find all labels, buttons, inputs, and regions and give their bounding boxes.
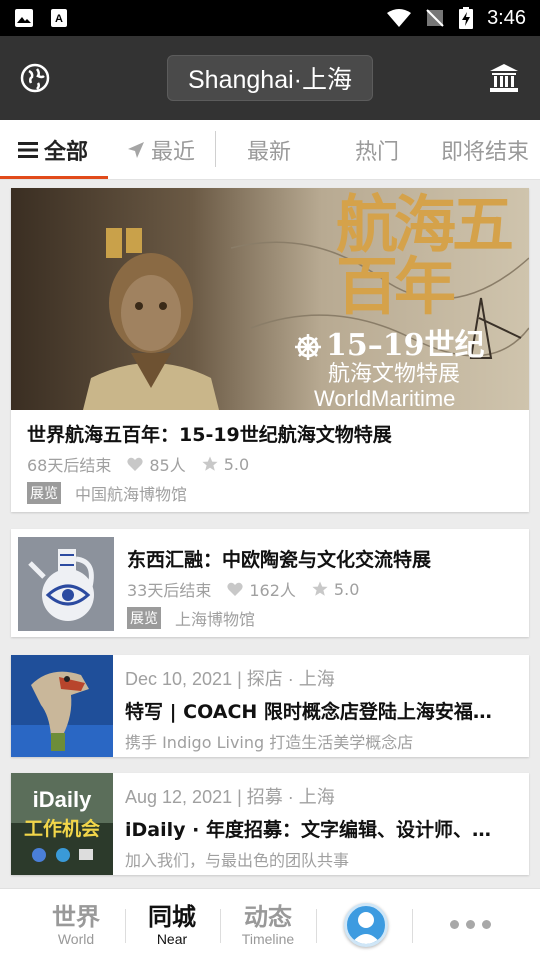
star-icon [202,456,218,471]
nav-divider [316,909,317,943]
dinosaur-image [11,655,113,757]
wifi-icon [387,9,412,27]
nav-timeline-en: Timeline [241,931,295,947]
figurehead-image [83,228,219,410]
venue-name[interactable]: 中国航海博物馆 [75,481,187,505]
tab-ending-soon[interactable]: 即将结束 [441,120,529,180]
article-date-line: Dec 10, 2021 | 探店 · 上海 [125,669,335,689]
article-subtitle: 加入我们，与最出色的团队共事 [125,851,350,870]
article-title[interactable]: iDaily · 年度招募：文字编辑、设计师、… [125,815,521,842]
exhibition-banner: 航海五百年 15–19世纪 航海文物特展 WorldMaritime [11,188,529,410]
nav-divider [412,909,413,943]
article-date-line: Aug 12, 2021 | 招募 · 上海 [125,787,335,807]
banner-english: WorldMaritime [314,386,456,410]
tab-popular-label: 热门 [355,140,400,165]
exhibition-title[interactable]: 世界航海五百年：15-19世纪航海文物特展 [27,420,517,447]
star-icon [312,581,328,596]
nav-near-cn: 同城 [148,903,196,931]
nav-world-cn: 世界 [52,903,100,931]
tab-divider [215,131,216,167]
city-selector-button[interactable]: Shanghai·上海 [167,55,373,101]
banner-title-cn: 航海五百年 [336,188,514,323]
museum-icon[interactable] [488,62,520,94]
banner-subtitle: 航海文物特展 [328,362,461,387]
user-icon [351,912,381,944]
list-icon [18,142,38,158]
porcelain-jug-image [18,537,114,631]
exhibition-tagline: 展览 上海博物馆 [127,606,255,630]
location-arrow-icon [128,142,144,158]
tab-popular[interactable]: 热门 [355,120,399,180]
article-card[interactable]: iDaily 工作机会 Aug 12, 2021 | 招募 · 上海 iDail… [11,773,529,875]
category-badge: 展览 [27,482,61,504]
nav-world[interactable]: 世界 World [38,889,114,960]
tab-all[interactable]: 全部 [18,120,88,180]
tab-newest[interactable]: 最新 [247,120,291,180]
thumb-jobs-text: 工作机会 [24,817,100,840]
bottom-navigation: 世界 World 同城 Near 动态 Timeline [0,888,540,960]
filter-tab-bar: 全部 最近 最新 热门 即将结束 [0,120,540,180]
svg-text:A: A [55,13,63,25]
heart-icon [127,457,144,471]
days-left: 33天后结束 [127,581,212,600]
thumb-brand-text: iDaily [33,787,92,812]
status-time: 3:46 [487,6,526,29]
exhibition-card[interactable]: 东西汇融：中欧陶瓷与文化交流特展 33天后结束 162人 5.0 展览 上海博物… [11,529,529,637]
exhibition-tagline: 展览 中国航海博物馆 [27,481,187,505]
active-tab-indicator [0,176,108,179]
idaily-jobs-image: iDaily 工作机会 [11,773,113,875]
image-icon [15,9,33,27]
likes-count: 85人 [149,456,186,475]
rating: 5.0 [223,454,250,474]
days-left: 68天后结束 [27,456,112,475]
rating: 5.0 [333,579,360,599]
exhibition-title[interactable]: 东西汇融：中欧陶瓷与文化交流特展 [127,545,517,572]
category-badge: 展览 [127,607,161,629]
app-header: Shanghai·上海 [0,36,540,120]
venue-name[interactable]: 上海博物馆 [175,606,255,630]
heart-icon [227,582,244,596]
nav-timeline[interactable]: 动态 Timeline [229,889,307,960]
exhibition-card[interactable]: 航海五百年 15–19世纪 航海文物特展 WorldMaritime 世界航海五… [11,188,529,512]
profile-avatar[interactable] [344,903,388,947]
exhibition-meta: 68天后结束 85人 5.0 [27,452,249,476]
likes-count: 162人 [249,581,296,600]
exhibition-meta: 33天后结束 162人 5.0 [127,577,359,601]
nav-world-en: World [57,931,95,947]
article-card[interactable]: Dec 10, 2021 | 探店 · 上海 特写 | COACH 限时概念店登… [11,655,529,757]
nav-near[interactable]: 同城 Near [134,889,210,960]
article-title[interactable]: 特写 | COACH 限时概念店登陆上海安福… [125,697,521,724]
globe-icon[interactable] [20,63,50,93]
tab-all-label: 全部 [44,140,89,165]
article-subtitle: 携手 Indigo Living 打造生活美学概念店 [125,733,414,752]
tab-recent[interactable]: 最近 [127,120,195,180]
nav-near-en: Near [156,931,188,947]
tab-newest-label: 最新 [247,140,292,165]
no-signal-icon [426,9,444,27]
nav-timeline-cn: 动态 [244,903,292,931]
text-document-icon: A [51,9,67,27]
more-icon[interactable] [440,909,500,939]
tab-ending-soon-label: 即将结束 [441,140,530,165]
status-bar: A 3:46 [0,0,540,36]
ship-wheel-icon [295,334,321,360]
nav-divider [220,909,221,943]
nav-divider [125,909,126,943]
tab-recent-label: 最近 [151,140,196,165]
battery-charging-icon [459,7,474,29]
